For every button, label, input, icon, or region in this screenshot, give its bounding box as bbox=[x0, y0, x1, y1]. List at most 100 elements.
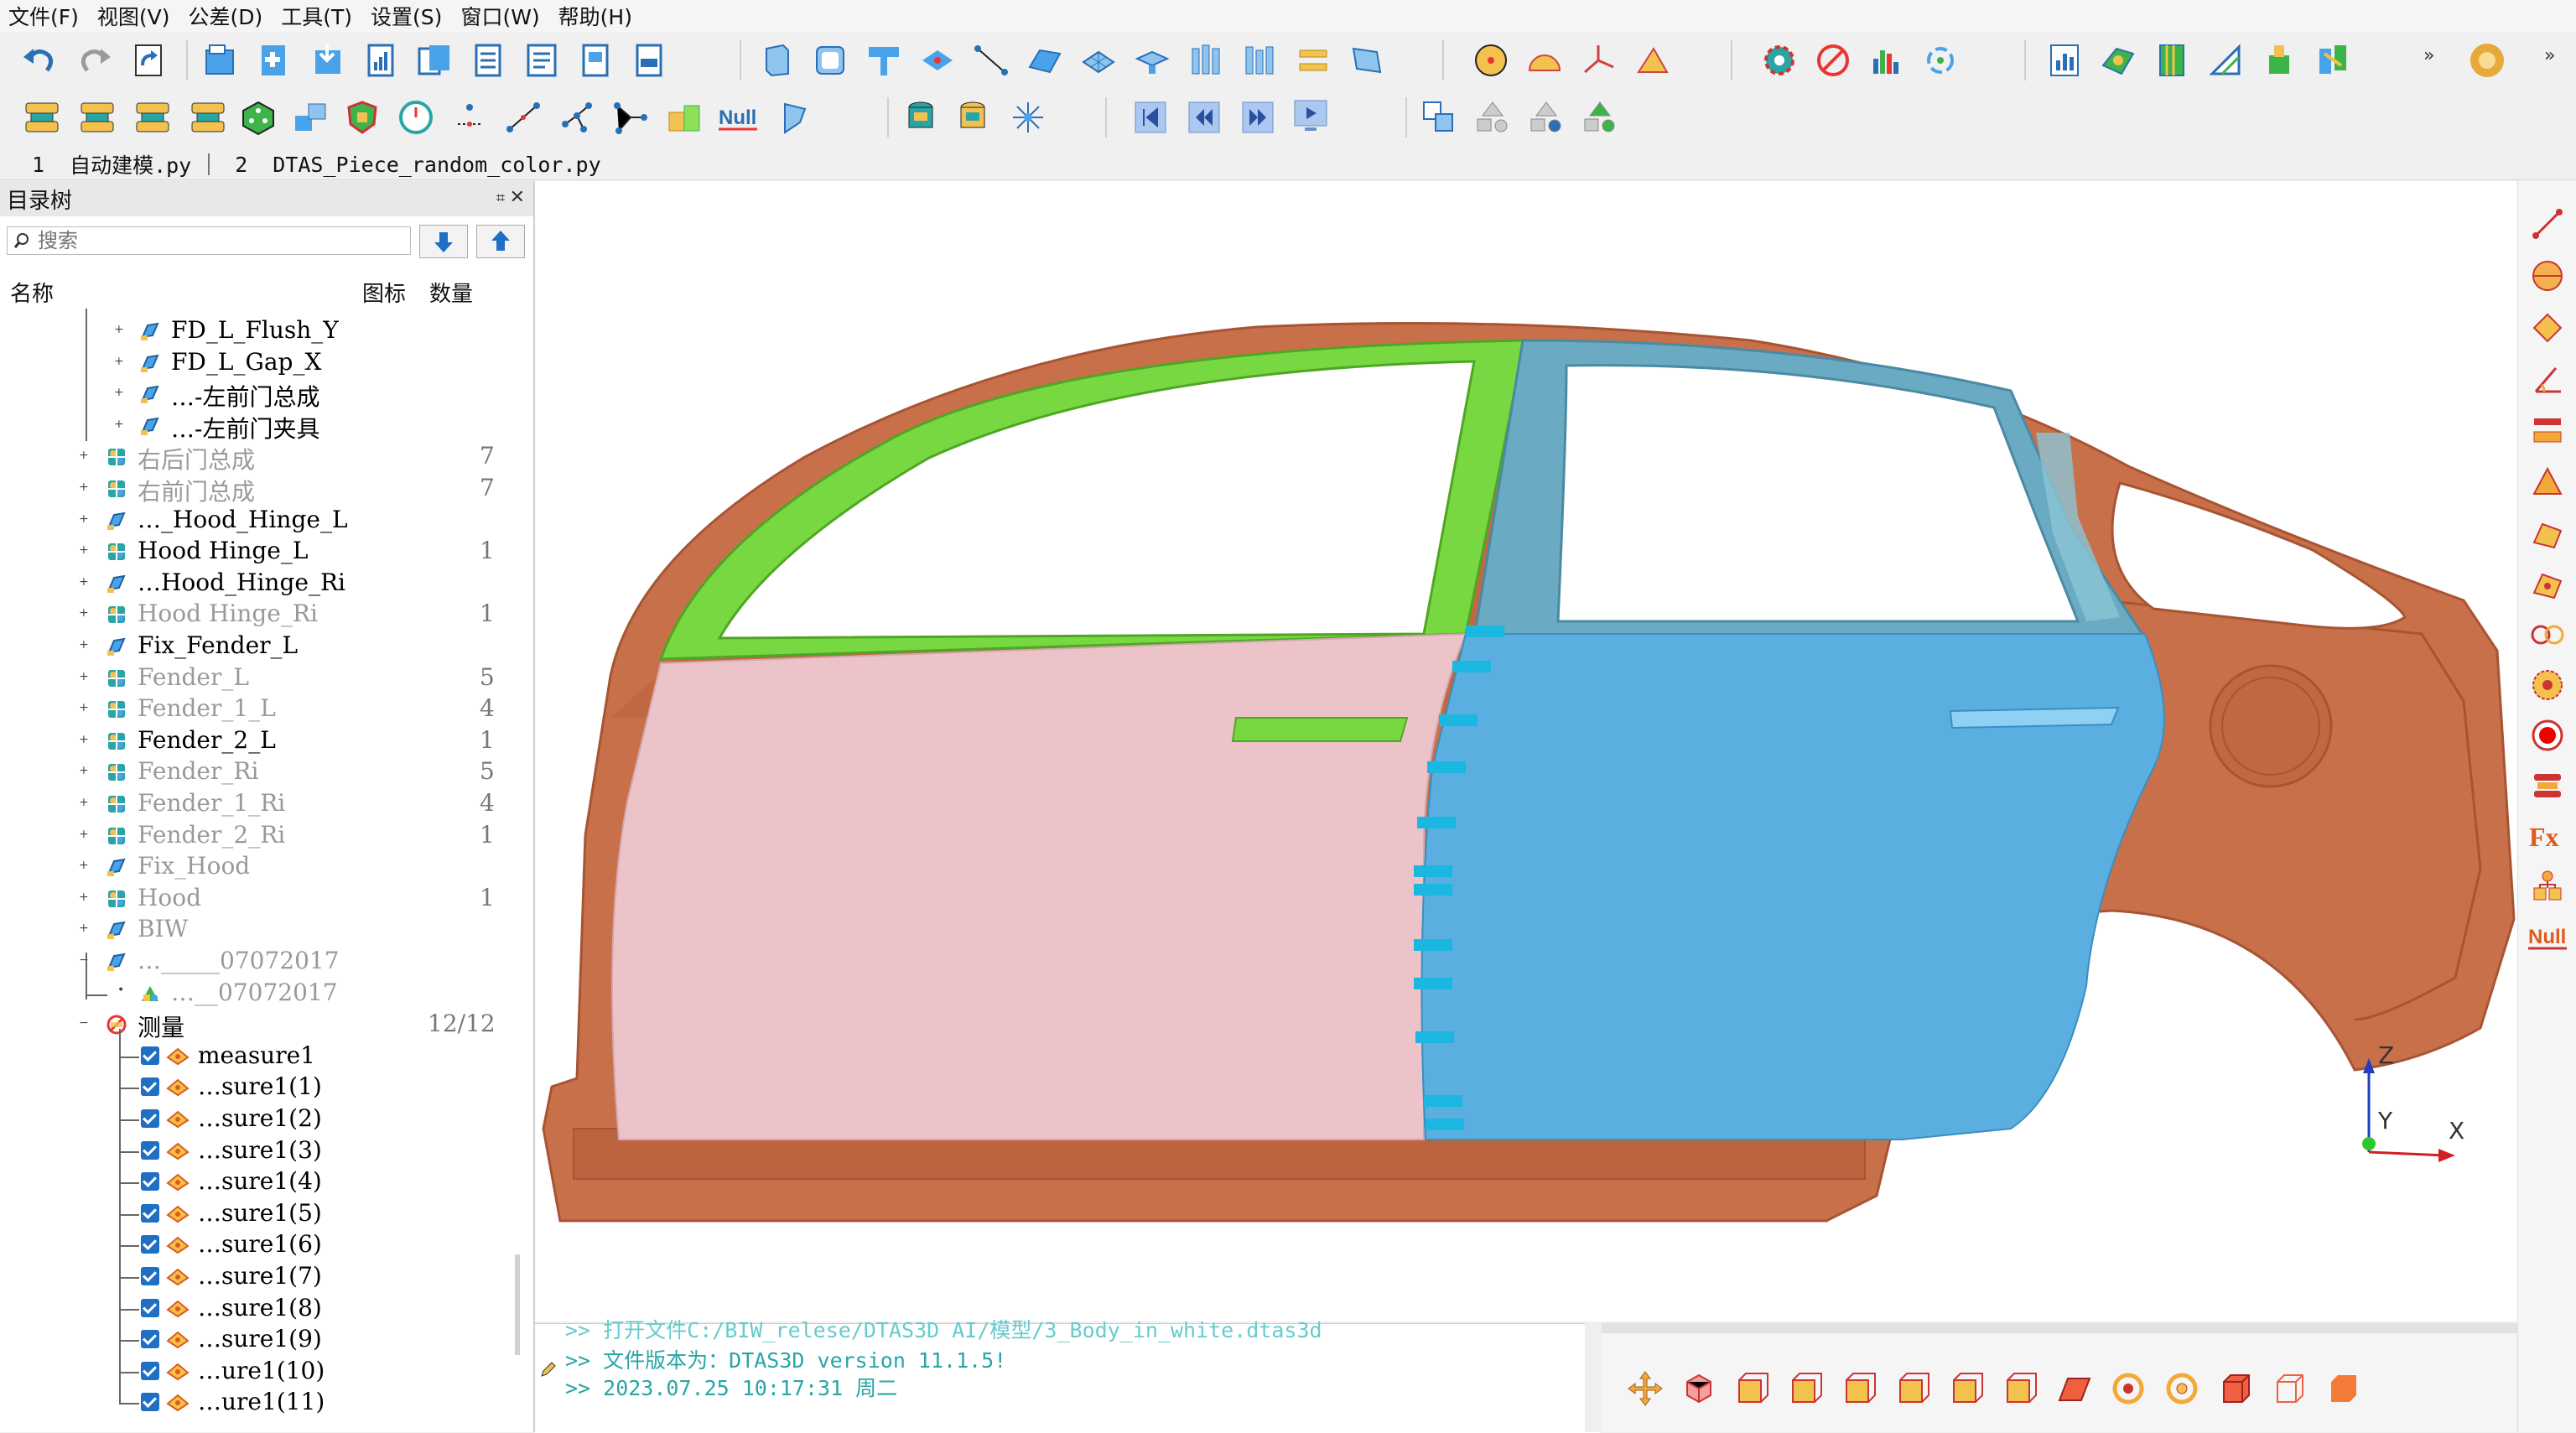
tree-expander[interactable]: + bbox=[79, 544, 89, 556]
tree-item[interactable]: + …-左前门总成 bbox=[0, 378, 520, 411]
tree-scrollbar[interactable] bbox=[515, 1254, 520, 1355]
pin-icon[interactable]: ⌗ bbox=[496, 190, 505, 207]
tree-item[interactable]: + Fender_1_Ri 4 bbox=[0, 788, 520, 819]
clamp1-icon[interactable] bbox=[20, 96, 64, 139]
cone-icon[interactable] bbox=[2527, 461, 2568, 503]
tree-expander[interactable]: + bbox=[79, 576, 89, 588]
tree-expander[interactable]: + bbox=[79, 922, 89, 934]
statistics-chart-icon[interactable] bbox=[2043, 39, 2086, 82]
menu-window[interactable]: 窗口(W) bbox=[460, 1, 539, 31]
tree-expander[interactable]: + bbox=[79, 828, 89, 840]
solid-cube-icon[interactable] bbox=[2214, 1367, 2257, 1410]
play-icon[interactable] bbox=[1290, 96, 1333, 139]
column-name[interactable]: 名称 bbox=[10, 277, 54, 308]
tree-expander[interactable]: + bbox=[79, 513, 89, 525]
import-file-icon[interactable] bbox=[305, 39, 349, 82]
tree-item[interactable]: + …-左前门夹具 bbox=[0, 410, 520, 443]
box4-icon[interactable] bbox=[1892, 1367, 1935, 1410]
tree-expander[interactable]: + bbox=[114, 418, 124, 430]
tree-item[interactable]: + …Hood_Hinge_Ri bbox=[0, 568, 520, 599]
plane-red-icon[interactable] bbox=[2053, 1367, 2096, 1410]
tree-item[interactable]: + 右前门总成 7 bbox=[0, 473, 520, 506]
blocks-icon[interactable] bbox=[288, 96, 332, 139]
triangle-ruler-icon[interactable] bbox=[2204, 39, 2247, 82]
diamond-icon[interactable] bbox=[2527, 307, 2568, 349]
front-door[interactable] bbox=[611, 632, 1467, 1140]
sparkle-icon[interactable] bbox=[1006, 96, 1050, 139]
measure-checkbox[interactable] bbox=[141, 1172, 159, 1192]
tree-item[interactable]: + Fix_Hood bbox=[0, 851, 520, 882]
no-measure-icon[interactable] bbox=[1811, 39, 1855, 82]
move-icon[interactable] bbox=[1623, 1367, 1667, 1410]
clamp4-icon[interactable] bbox=[186, 96, 230, 139]
rear-door-frame[interactable] bbox=[1472, 339, 2148, 640]
network-icon[interactable] bbox=[555, 96, 599, 139]
page-icon[interactable] bbox=[574, 39, 617, 82]
stack1-icon[interactable] bbox=[899, 96, 943, 139]
tree-expander[interactable]: + bbox=[114, 324, 124, 335]
point-icon[interactable] bbox=[448, 96, 491, 139]
target-icon[interactable] bbox=[2527, 664, 2568, 706]
planes-icon[interactable] bbox=[1291, 39, 1335, 82]
ring-icon[interactable] bbox=[2465, 39, 2509, 82]
measure-item[interactable]: …ure1(10) bbox=[0, 1356, 520, 1387]
menu-tolerance[interactable]: 公差(D) bbox=[189, 1, 263, 31]
box6-icon[interactable] bbox=[1999, 1367, 2043, 1410]
menu-view[interactable]: 视图(V) bbox=[97, 1, 170, 31]
tree-expander[interactable]: + bbox=[79, 859, 89, 871]
tree-expander[interactable]: + bbox=[79, 671, 89, 683]
search-down-button[interactable] bbox=[419, 225, 468, 258]
tree-item[interactable]: + …_Hood_Hinge_L bbox=[0, 505, 520, 536]
measure-checkbox[interactable] bbox=[141, 1361, 159, 1380]
hierarchy-icon[interactable] bbox=[2527, 865, 2568, 907]
tree-item[interactable]: + Hood 1 bbox=[0, 883, 520, 914]
tree-item[interactable]: + Fender_Ri 5 bbox=[0, 756, 520, 787]
cubes-icon[interactable] bbox=[662, 96, 706, 139]
measure-item[interactable]: …sure1(9) bbox=[0, 1324, 520, 1355]
menu-file[interactable]: 文件(F) bbox=[8, 1, 79, 31]
measure-item[interactable]: …sure1(7) bbox=[0, 1261, 520, 1292]
tab-script-2[interactable]: 2 DTAS_Piece_random_color.py bbox=[210, 153, 617, 177]
plane-icon[interactable] bbox=[916, 39, 959, 82]
measure-checkbox[interactable] bbox=[141, 1298, 159, 1317]
dice-icon[interactable] bbox=[236, 96, 280, 139]
3d-viewport[interactable]: Z Y X bbox=[535, 181, 2517, 1321]
tree-item[interactable]: − …_____07072017 bbox=[0, 946, 520, 977]
tree-item[interactable]: + Hood Hinge_Ri 1 bbox=[0, 599, 520, 630]
surface-mesh-icon[interactable] bbox=[1023, 39, 1067, 82]
tree-expander[interactable]: + bbox=[79, 765, 89, 776]
tree-item[interactable]: + FD_L_Gap_X bbox=[0, 347, 520, 378]
hammer-icon[interactable] bbox=[862, 39, 906, 82]
stamp-icon[interactable] bbox=[1130, 39, 1174, 82]
measure-checkbox[interactable] bbox=[141, 1109, 159, 1128]
grid-surface-icon[interactable] bbox=[1077, 39, 1120, 82]
report-icon[interactable] bbox=[359, 39, 402, 82]
tree-expander[interactable]: + bbox=[114, 387, 124, 398]
console-pencil-icon[interactable] bbox=[538, 1361, 557, 1379]
tree-item[interactable]: + Fender_2_L 1 bbox=[0, 725, 520, 756]
bar-chart-icon[interactable] bbox=[1865, 39, 1909, 82]
tree-item[interactable]: + Fender_2_Ri 1 bbox=[0, 820, 520, 851]
wire-cube-icon[interactable] bbox=[2267, 1367, 2311, 1410]
measure-checkbox[interactable] bbox=[141, 1140, 159, 1160]
shield-icon[interactable] bbox=[340, 96, 384, 139]
cylinder-icon[interactable] bbox=[808, 39, 852, 82]
frame-icon[interactable] bbox=[2311, 39, 2355, 82]
measure-item[interactable]: …sure1(2) bbox=[0, 1103, 520, 1134]
menu-help[interactable]: 帮助(H) bbox=[558, 1, 632, 31]
null-icon[interactable]: Null bbox=[716, 96, 760, 139]
cube-icon[interactable] bbox=[755, 39, 798, 82]
record-icon[interactable] bbox=[2527, 714, 2568, 756]
tree-item[interactable]: + Fender_1_L 4 bbox=[0, 693, 520, 724]
gauge-icon[interactable] bbox=[394, 96, 438, 139]
assembly-icon[interactable] bbox=[2257, 39, 2301, 82]
stack2-icon[interactable] bbox=[951, 96, 995, 139]
copy-shapes-icon[interactable] bbox=[1417, 96, 1461, 139]
line-points-icon[interactable] bbox=[969, 39, 1013, 82]
tree-item[interactable]: • …__07072017 bbox=[0, 978, 520, 1009]
redo-icon[interactable] bbox=[74, 39, 117, 82]
protractor-icon[interactable] bbox=[1523, 39, 1566, 82]
tree-item[interactable]: + Hood Hinge_L 1 bbox=[0, 536, 520, 567]
tree-item[interactable]: + 右后门总成 7 bbox=[0, 441, 520, 474]
measure-checkbox[interactable] bbox=[141, 1330, 159, 1349]
